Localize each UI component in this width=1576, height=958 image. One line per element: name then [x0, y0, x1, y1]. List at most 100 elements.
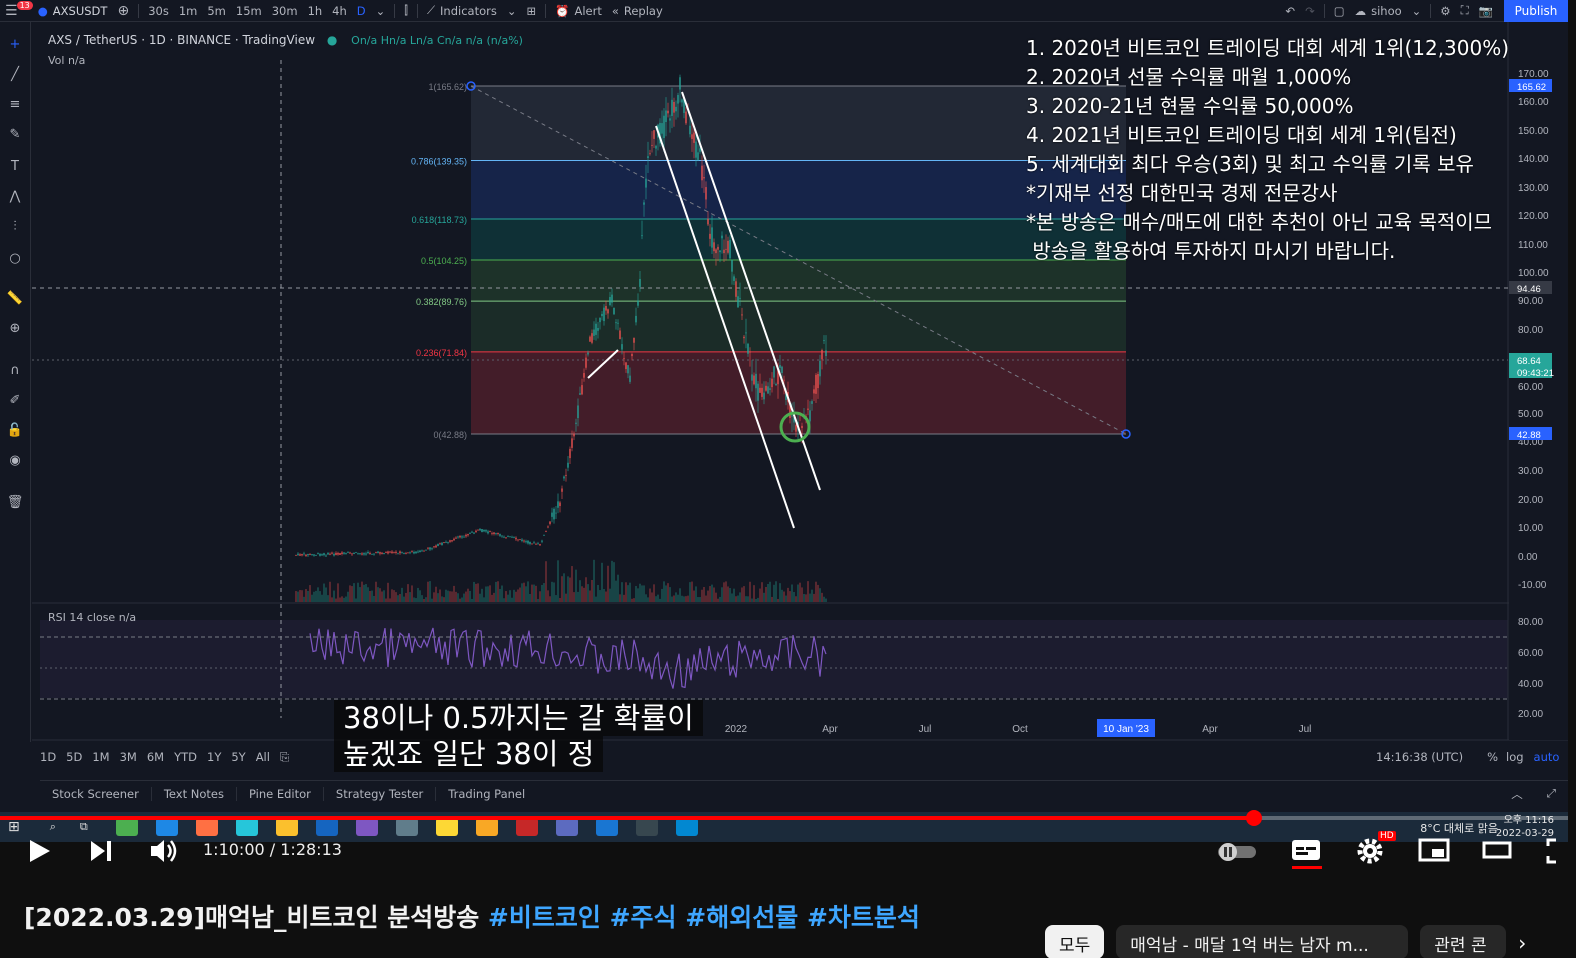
volume-bar	[399, 594, 401, 602]
gear-icon[interactable]: ⚙	[1435, 4, 1455, 18]
period-ytd[interactable]: YTD	[174, 750, 197, 764]
lock-icon[interactable]: 🔓	[6, 422, 24, 440]
chip-channel[interactable]: 매억남 - 매달 1억 버는 남자 m...	[1116, 925, 1409, 958]
subtitles-icon[interactable]	[1290, 836, 1324, 870]
miniplayer-icon[interactable]	[1418, 838, 1452, 864]
date-range-icon[interactable]: ⎘	[280, 750, 289, 765]
hashtag-link[interactable]: #주식	[610, 903, 677, 932]
volume-icon[interactable]	[148, 836, 180, 866]
alert-button[interactable]: Alert	[574, 4, 606, 18]
trend-line-icon[interactable]: ╱	[6, 66, 24, 84]
tab-text-notes[interactable]: Text Notes	[152, 786, 237, 801]
fib-retracement-icon[interactable]: ≡	[6, 96, 24, 114]
period-5y[interactable]: 5Y	[231, 750, 245, 764]
candle-body	[585, 357, 587, 368]
volume-bar	[617, 574, 619, 602]
layout-name[interactable]: sihoo	[1371, 4, 1407, 18]
theater-mode-icon[interactable]	[1482, 840, 1514, 862]
redo-icon[interactable]: ↷	[1300, 4, 1320, 18]
interval-5m[interactable]: 5m	[202, 4, 231, 18]
ruler-icon[interactable]: 📏	[6, 290, 24, 308]
candle-body	[571, 438, 573, 448]
undo-icon[interactable]: ↶	[1280, 4, 1300, 18]
chevron-down-icon[interactable]: ⌄	[1407, 4, 1427, 18]
next-icon[interactable]	[88, 838, 114, 864]
eye-icon[interactable]: ◉	[6, 452, 24, 470]
interval-1m[interactable]: 1m	[174, 4, 203, 18]
chip-all[interactable]: 모두	[1045, 925, 1105, 958]
candle-body	[375, 552, 377, 554]
tab-trading-panel[interactable]: Trading Panel	[436, 787, 537, 801]
candle-body	[347, 552, 349, 554]
fullscreen-box-icon[interactable]: ▢	[1329, 4, 1350, 18]
period-6m[interactable]: 6M	[147, 750, 164, 764]
auto-scale-toggle[interactable]: auto	[1534, 750, 1560, 764]
stay-drawing-icon[interactable]: ✐	[6, 392, 24, 410]
symbol-title[interactable]: AXS / TetherUS · 1D · BINANCE · TradingV…	[48, 33, 315, 47]
period-1y[interactable]: 1Y	[207, 750, 221, 764]
candle-type-icon[interactable]: ⫿	[399, 3, 413, 18]
tab-stock-screener[interactable]: Stock Screener	[40, 786, 152, 801]
volume-bar	[449, 591, 451, 602]
hashtag-link[interactable]: #차트분석	[807, 903, 920, 932]
chevron-down-icon[interactable]: ⌄	[502, 4, 522, 18]
tab-pine-editor[interactable]: Pine Editor	[237, 786, 324, 801]
percent-scale-toggle[interactable]: %	[1487, 750, 1498, 764]
expand-icon[interactable]: ⛶	[1456, 3, 1474, 18]
maximize-panel-icon[interactable]: ⤢	[1535, 786, 1568, 801]
period-5d[interactable]: 5D	[66, 750, 82, 764]
fullscreen-icon[interactable]	[1544, 836, 1568, 866]
crosshair-icon[interactable]: +	[6, 36, 24, 54]
video-progress-bar[interactable]	[0, 810, 1568, 826]
hashtag-link[interactable]: #해외선물	[685, 903, 798, 932]
autoplay-toggle[interactable]	[1216, 840, 1260, 862]
tab-strategy-tester[interactable]: Strategy Tester	[324, 786, 437, 801]
interval-1h[interactable]: 1h	[303, 4, 328, 18]
symbol-search[interactable]: AXSUSDT	[53, 4, 113, 18]
hashtag-link[interactable]: #비트코인	[488, 903, 601, 932]
chevron-up-icon[interactable]: ︿	[1499, 786, 1535, 802]
prediction-icon[interactable]: ⫶	[6, 218, 24, 236]
candle-body	[497, 533, 499, 534]
chevron-down-icon[interactable]: ⌄	[371, 4, 391, 18]
interval-30m[interactable]: 30m	[267, 4, 303, 18]
interval-4h[interactable]: 4h	[327, 4, 352, 18]
replay-button[interactable]: Replay	[624, 4, 668, 18]
camera-icon[interactable]: 📷	[1474, 4, 1498, 18]
chip-related[interactable]: 관련 콘	[1420, 925, 1507, 958]
rsi-legend[interactable]: RSI 14 close n/a	[48, 611, 136, 624]
candle-body	[385, 552, 387, 553]
indicators-button[interactable]: Indicators	[440, 4, 502, 18]
zoom-in-icon[interactable]: ⊕	[6, 320, 24, 338]
volume-legend[interactable]: Vol n/a	[48, 54, 85, 67]
interval-30s[interactable]: 30s	[143, 4, 174, 18]
circle-icon[interactable]: ○	[6, 250, 24, 268]
add-symbol-icon[interactable]: ⊕	[112, 3, 134, 19]
log-scale-toggle[interactable]: log	[1506, 750, 1524, 764]
volume-bar	[767, 583, 769, 602]
volume-bar	[781, 589, 783, 602]
period-1m[interactable]: 1M	[92, 750, 109, 764]
period-3m[interactable]: 3M	[120, 750, 137, 764]
volume-bar	[397, 595, 399, 602]
publish-button[interactable]: Publish	[1504, 0, 1568, 22]
candle-body	[519, 539, 521, 541]
notification-badge[interactable]: 13	[16, 1, 33, 10]
magnet-icon[interactable]: ∩	[6, 362, 24, 380]
utc-clock[interactable]: 14:16:38 (UTC)	[1376, 750, 1463, 764]
volume-bar	[327, 595, 329, 602]
period-all[interactable]: All	[256, 750, 270, 764]
period-1d[interactable]: 1D	[40, 750, 56, 764]
layout-grid-icon[interactable]: ⊞	[521, 4, 541, 18]
text-icon[interactable]: T	[6, 158, 24, 176]
pattern-icon[interactable]: ⋀	[6, 188, 24, 206]
volume-bar	[715, 592, 717, 602]
chevron-right-icon[interactable]: ›	[1518, 931, 1526, 958]
candle-body	[479, 528, 481, 531]
trash-icon[interactable]: 🗑	[6, 494, 24, 512]
interval-15m[interactable]: 15m	[231, 4, 267, 18]
interval-d[interactable]: D	[352, 4, 371, 18]
play-icon[interactable]	[26, 838, 52, 864]
candle-body	[461, 536, 463, 538]
brush-icon[interactable]: ✎	[6, 126, 24, 144]
